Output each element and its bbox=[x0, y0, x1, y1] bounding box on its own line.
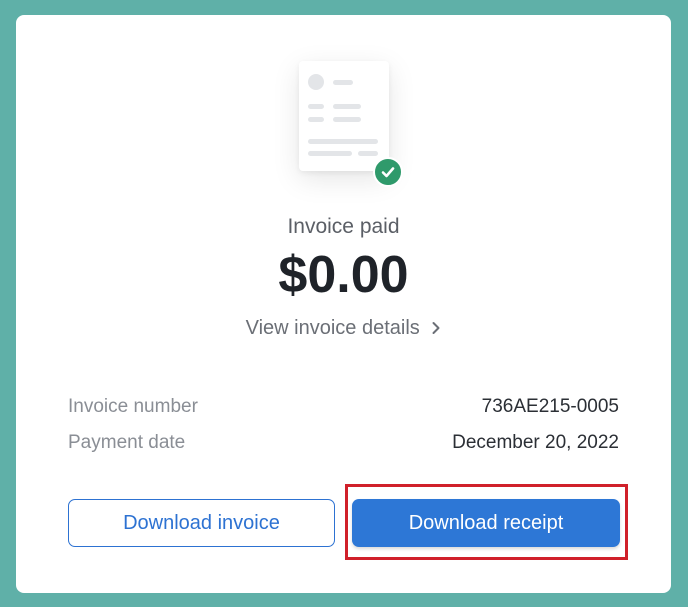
invoice-status: Invoice paid bbox=[287, 215, 400, 238]
payment-date-label: Payment date bbox=[68, 432, 186, 453]
download-invoice-button[interactable]: Download invoice bbox=[68, 499, 335, 547]
payment-date-row: Payment date December 20, 2022 bbox=[68, 431, 619, 455]
view-invoice-details-link[interactable]: View invoice details bbox=[16, 315, 671, 342]
invoice-card: Invoice paid $0.00 View invoice details … bbox=[16, 15, 671, 593]
download-receipt-button[interactable]: Download receipt bbox=[352, 499, 620, 547]
chevron-right-icon bbox=[431, 316, 441, 342]
invoice-illustration bbox=[299, 61, 403, 187]
payment-date-value: December 20, 2022 bbox=[452, 432, 619, 453]
invoice-number-value: 736AE215-0005 bbox=[481, 396, 619, 417]
checkmark-icon bbox=[373, 157, 403, 187]
invoice-number-label: Invoice number bbox=[68, 396, 198, 417]
invoice-number-row: Invoice number 736AE215-0005 bbox=[68, 395, 619, 419]
invoice-amount: $0.00 bbox=[278, 246, 409, 304]
invoice-document-icon bbox=[299, 61, 389, 171]
view-invoice-details-label: View invoice details bbox=[245, 317, 420, 339]
